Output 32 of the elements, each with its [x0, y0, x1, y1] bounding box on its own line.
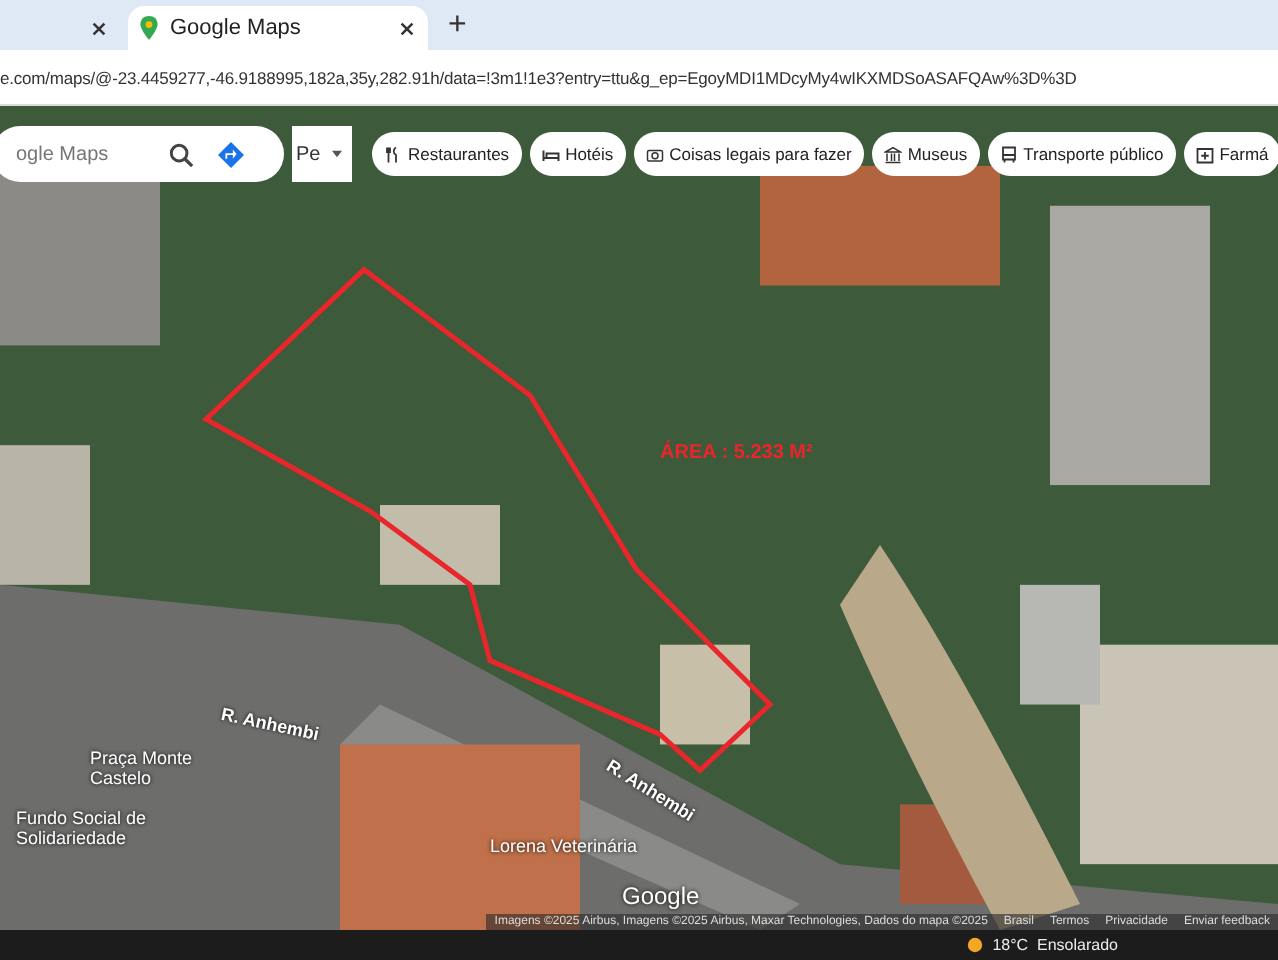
map-pin-icon — [140, 16, 158, 40]
address-bar[interactable]: e.com/maps/@-23.4459277,-46.9188995,182a,35y,282.91h/data=!3m1!1e3?entry=ttu&g_ep=EgoyMDI1MDcyMy4wIKXMDSoASAFQAw%3D%3D — [0, 67, 1077, 87]
google-logo: Google — [622, 882, 700, 910]
map-label: R. Anhembi — [219, 705, 321, 746]
new-tab-button[interactable]: + — [436, 7, 479, 43]
category-chip[interactable]: Coisas legais para fazer — [633, 132, 864, 176]
area-label: ÁREA : 5.233 M² — [660, 442, 813, 464]
map-label: Fundo Social de Solidariedade — [16, 810, 149, 850]
camera-icon — [645, 145, 664, 163]
search-field[interactable]: ogle Maps — [16, 143, 144, 165]
map-label: Praça Monte Castelo — [90, 750, 195, 790]
bus-icon — [999, 145, 1018, 163]
category-chip[interactable]: Transporte público — [987, 132, 1176, 176]
sun-icon — [966, 936, 985, 954]
category-chip[interactable]: Farmá — [1183, 132, 1278, 176]
category-chip[interactable]: Hotéis — [529, 132, 626, 176]
map-label: Lorena Veterinária — [490, 838, 638, 858]
fork-knife-icon — [384, 145, 402, 163]
search-icon[interactable] — [168, 141, 194, 167]
tab-title: Google Maps — [170, 16, 303, 40]
cross-icon — [1195, 145, 1214, 163]
weather-text: 18°C Ensolarado — [992, 936, 1118, 954]
layer-dropdown[interactable]: Pe — [292, 126, 352, 182]
caret-icon — [332, 150, 343, 158]
category-chip[interactable]: Museus — [871, 132, 980, 176]
category-chip[interactable]: Restaurantes — [372, 132, 522, 176]
directions-icon[interactable] — [218, 141, 244, 167]
building-icon — [883, 145, 902, 163]
bed-icon — [541, 145, 560, 163]
browser-tab[interactable]: Google Maps — [128, 6, 428, 50]
close-icon[interactable] — [90, 19, 108, 37]
close-icon[interactable] — [398, 19, 416, 37]
